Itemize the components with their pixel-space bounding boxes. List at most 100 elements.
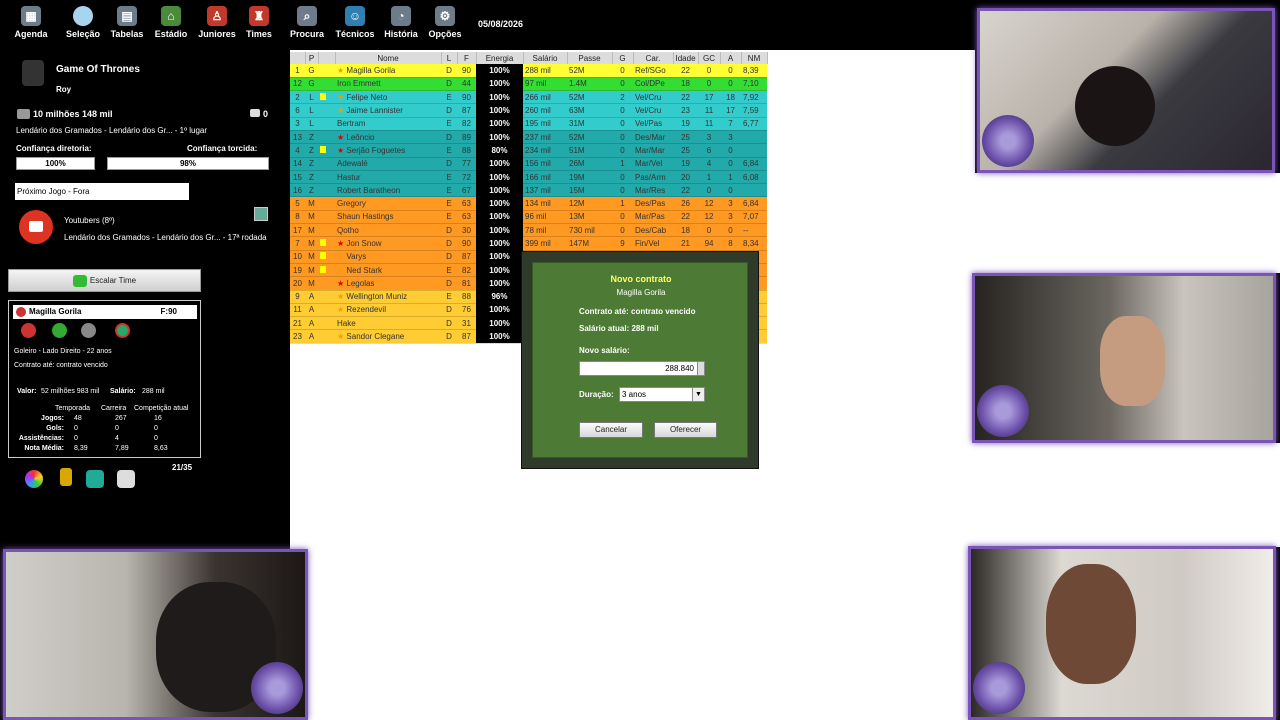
new-salary-input[interactable]: 288.840 — [579, 361, 705, 376]
cell-f: 90 — [457, 236, 476, 251]
nav-opcoes[interactable]: ⚙ Opções — [415, 6, 475, 39]
duration-select[interactable]: 3 anos ▼ — [619, 387, 705, 402]
stat-value: 8,39 — [74, 445, 88, 452]
table-row[interactable]: 6 L ★ Jaime Lannister D 87 100% 260 mil 63M 0 Vel… — [290, 103, 768, 118]
offer-button[interactable]: Oferecer — [654, 422, 717, 438]
player-name-cell: Hake — [335, 316, 441, 331]
col-header[interactable]: Energia — [476, 52, 524, 64]
col-header[interactable]: L — [441, 52, 458, 64]
player-status-cell — [318, 196, 335, 211]
col-header[interactable]: Salário — [523, 52, 568, 64]
col-header[interactable]: NM — [741, 52, 768, 64]
col-header[interactable]: Nome — [335, 52, 442, 64]
col-header[interactable]: Idade — [673, 52, 699, 64]
col-header[interactable]: Passe — [567, 52, 613, 64]
duration-value: 3 anos — [622, 390, 647, 399]
table-row[interactable]: 3 L Bertram E 82 100% 195 mil 31M 0 Vel/Pas 19 11 7 6… — [290, 117, 768, 131]
table-row[interactable]: 8 M Shaun Hastings E 63 100% 96 mil 13M 0 Mar/Pas… — [290, 210, 768, 225]
cell-passe: 63M — [567, 103, 612, 118]
calendar-small-icon[interactable] — [254, 207, 268, 221]
cell-a: 7 — [720, 117, 742, 131]
cell-l: E — [441, 90, 457, 105]
player-name: Robert Baratheon — [337, 185, 401, 195]
trophy-icon[interactable] — [60, 468, 72, 486]
cancel-button[interactable]: Cancelar — [579, 422, 643, 438]
col-header[interactable]: Car. — [633, 52, 674, 64]
salary-spinner[interactable] — [697, 361, 705, 376]
table-row[interactable]: 2 L ★ Felipe Neto E 90 100% 266 mil 52M 2 Vel/Cru… — [290, 90, 768, 105]
cell-car: Ref/SGo — [633, 64, 673, 78]
cell-e: 100% — [476, 250, 523, 264]
cell-sal: 266 mil — [523, 90, 567, 105]
player-name-cell: ★ Ned Stark — [335, 263, 441, 278]
cell-n: 9 — [290, 290, 305, 304]
cell-car: Vel/Pas — [633, 117, 673, 131]
cell-n: 14 — [290, 157, 305, 171]
cell-f: 77 — [457, 157, 476, 171]
channel-badge-icon — [251, 662, 303, 714]
col-header[interactable]: A — [720, 52, 742, 64]
col-header[interactable]: F — [457, 52, 477, 64]
current-date: 05/08/2026 — [478, 19, 524, 29]
stats-row: Nota Média: 8,39 7,89 8,63 — [9, 445, 199, 455]
cell-nm: 7,10 — [741, 77, 768, 92]
player-status-cell — [318, 143, 335, 158]
player-description: Goleiro - Lado Direito - 22 anos — [14, 348, 112, 355]
cell-n: 15 — [290, 170, 305, 185]
squad-count: 21/35 — [172, 463, 193, 472]
new-salary-label: Novo salário: — [579, 346, 630, 355]
table-row[interactable]: 12 G Iron Emmett D 44 100% 97 mil 1.4M 0 Col/DPe 1… — [290, 77, 768, 92]
cell-gc: 11 — [698, 103, 721, 118]
cell-g: 9 — [612, 236, 633, 251]
player-card-header: Magilla Gorila F:90 — [13, 305, 197, 319]
table-row[interactable]: 13 Z ★ Leôncio D 89 100% 237 mil 52M 0 Des/Mar 25 3… — [290, 130, 768, 145]
player-status-cell — [318, 210, 335, 225]
chevron-down-icon[interactable]: ▼ — [692, 388, 704, 401]
stats-icon[interactable] — [117, 470, 135, 488]
escalar-time-button[interactable]: Escalar Time — [8, 269, 201, 292]
stat-value: 48 — [74, 415, 82, 422]
player-status-cell — [318, 64, 335, 78]
new-contract-dialog: Novo contrato Magilla Gorila Contrato at… — [521, 251, 759, 469]
cell-f: 63 — [457, 196, 476, 211]
cell-passe: 52M — [567, 130, 612, 145]
col-header[interactable] — [290, 52, 306, 64]
calendar-icon: ▦ — [21, 6, 41, 26]
cell-p: A — [305, 329, 318, 344]
star-icon: ★ — [337, 65, 347, 75]
table-row[interactable]: 14 Z Adewalé D 77 100% 156 mil 26M 1 Mar/Vel 19 4 0 6… — [290, 157, 768, 171]
table-row[interactable]: 5 M Gregory E 63 100% 134 mil 12M 1 Des/Pas 26 12 3 6… — [290, 196, 768, 211]
flag-icon[interactable] — [86, 470, 104, 488]
nav-agenda[interactable]: ▦ Agenda — [1, 6, 61, 39]
cell-f: 67 — [457, 183, 476, 198]
cell-a: 0 — [720, 223, 742, 238]
cell-sal: 234 mil — [523, 143, 567, 158]
cell-sal: 96 mil — [523, 210, 567, 225]
table-row[interactable]: 1 G ★ Magilla Gorila D 90 100% 288 mil 52M 0 Ref/… — [290, 64, 768, 78]
player-name-cell: Adewalé — [335, 157, 441, 171]
table-row[interactable]: 15 Z Hastur E 72 100% 166 mil 19M 0 Pas/Arm 20 1 1 6,… — [290, 170, 768, 185]
messages-count: 0 — [263, 109, 269, 119]
cell-e: 100% — [476, 236, 523, 251]
table-row[interactable]: 7 M ★ Jon Snow D 90 100% 399 mil 147M 9 Fin/Vel 21… — [290, 236, 768, 251]
col-header[interactable]: G — [612, 52, 634, 64]
col-header[interactable] — [318, 52, 336, 64]
col-header[interactable]: P — [305, 52, 319, 64]
cell-e: 100% — [476, 130, 523, 145]
cell-passe: 13M — [567, 210, 612, 225]
messages-icon[interactable] — [250, 109, 260, 117]
color-wheel-icon[interactable] — [25, 470, 43, 488]
cell-gc: 0 — [698, 64, 721, 78]
cell-n: 11 — [290, 303, 305, 318]
table-row[interactable]: 16 Z Robert Baratheon E 67 100% 137 mil 15M 0 Mar… — [290, 183, 768, 198]
table-row[interactable]: 17 M Qotho D 30 100% 78 mil 730 mil 0 Des/Cab 18 0 0… — [290, 223, 768, 238]
player-name: Ned Stark — [346, 265, 382, 275]
cell-g: 0 — [612, 117, 633, 131]
table-row[interactable]: 4 Z ★ Serjão Foguetes E 88 80% 234 mil 51M 0 Mar/… — [290, 143, 768, 158]
star-icon: ★ — [337, 305, 347, 315]
duration-label: Duração: — [579, 390, 614, 399]
cell-l: E — [441, 143, 457, 158]
cell-g: 2 — [612, 90, 633, 105]
col-header[interactable]: GC — [698, 52, 721, 64]
cell-n: 21 — [290, 316, 305, 331]
